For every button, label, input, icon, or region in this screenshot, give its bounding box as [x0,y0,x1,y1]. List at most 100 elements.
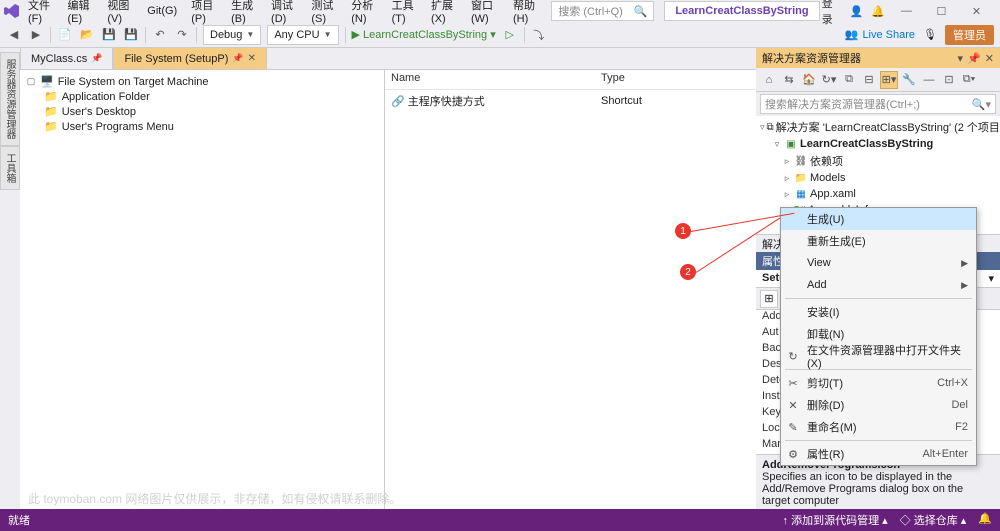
folder-icon: 📁 [44,105,58,118]
menu-tools[interactable]: 工具(T) [386,0,423,27]
start-nodebug-icon[interactable]: ▷ [502,27,518,43]
solution-search-input[interactable]: 搜索解决方案资源管理器(Ctrl+;)🔍▾ [760,94,996,114]
tree-node[interactable]: ▹⛓依赖项 [756,152,1000,170]
sync-icon[interactable]: 🏠 [800,71,818,89]
tree-node[interactable]: ▹📁Models [756,170,1000,186]
menu-debug[interactable]: 调试(D) [265,0,303,27]
list-item[interactable]: 🔗 主程序快捷方式 Shortcut [385,92,756,110]
undo-icon[interactable]: ↶ [152,27,168,43]
filter-icon[interactable]: ⊡ [940,71,958,89]
menu-window[interactable]: 窗口(W) [465,0,505,27]
menu-item-icon: ✕ [785,399,801,412]
server-explorer-tab[interactable]: 服务器资源管理器 [0,52,20,146]
context-menu-item[interactable]: 生成(U) [781,208,976,230]
startup-project-selector[interactable]: LearnCreatClassByString [664,1,819,21]
pin-icon[interactable]: 📌 [232,53,243,64]
start-debug-button[interactable]: ▶ LearnCreatClassByString ▾ [352,28,496,41]
collapse-icon[interactable]: ⇆ [780,71,798,89]
minimize-button[interactable]: — [893,5,920,17]
maximize-button[interactable]: ☐ [928,5,955,18]
context-menu-item[interactable]: Add▶ [781,274,976,296]
solution-toolbar: ⌂ ⇆ 🏠 ↻▾ ⧉ ⊟ ⊞▾ 🔧 — ⊡ ⧉▾ [756,68,1000,92]
home-icon[interactable]: ⌂ [760,71,778,89]
save-icon[interactable]: 💾 [101,27,117,43]
close-button[interactable]: ✕ [963,5,990,18]
properties-icon[interactable]: — [920,71,938,89]
tree-node[interactable]: 📁Application Folder [26,89,378,104]
step-icon[interactable]: ⤵ [531,27,547,43]
menu-view[interactable]: 视图(V) [101,0,139,27]
left-dock-tabs: 服务器资源管理器 工具箱 [0,48,20,511]
account-icon[interactable]: 👤 [849,5,863,18]
col-type[interactable]: Type [595,70,631,89]
menu-edit[interactable]: 编辑(E) [61,0,99,27]
context-menu-item[interactable]: ✕删除(D)Del [781,394,976,416]
folder-icon: 📁 [44,120,58,133]
pin-icon[interactable]: 📌 [967,52,981,65]
context-menu-item[interactable]: ⚙属性(R)Alt+Enter [781,443,976,465]
context-menu-item[interactable]: View▶ [781,252,976,274]
new-project-icon[interactable]: 📄 [57,27,73,43]
save-all-icon[interactable]: 💾 [123,27,139,43]
menu-bar: 文件(F) 编辑(E) 视图(V) Git(G) 项目(P) 生成(B) 调试(… [0,0,1000,22]
live-share-button[interactable]: 👥 Live Share [845,28,915,41]
folder-icon: 📁 [44,90,58,103]
tab-myclass[interactable]: MyClass.cs📌 [20,47,113,69]
config-dropdown[interactable]: Debug▼ [203,25,261,45]
tree-node[interactable]: 📁User's Desktop [26,104,378,119]
menu-help[interactable]: 帮助(H) [507,0,545,27]
menu-git[interactable]: Git(G) [141,3,183,19]
preview-icon[interactable]: ⧉▾ [960,71,978,89]
open-icon[interactable]: 📂 [79,27,95,43]
show-all-icon[interactable]: ⧉ [840,71,858,89]
xaml-icon: ▦ [794,187,808,201]
categorized-icon[interactable]: ⊞ [760,290,778,308]
panel-close-icon[interactable]: ✕ [985,52,994,65]
panel-menu-icon[interactable]: ▾ [958,52,964,65]
refresh-icon[interactable]: ↻▾ [820,71,838,89]
submenu-arrow-icon: ▶ [961,280,968,291]
pending-icon[interactable]: ⊟ [860,71,878,89]
context-menu-item[interactable]: ✎重命名(M)F2 [781,416,976,438]
nav-back-icon[interactable]: ◀ [6,27,22,43]
menu-test[interactable]: 测试(S) [305,0,343,27]
menu-project[interactable]: 项目(P) [185,0,223,27]
platform-dropdown[interactable]: Any CPU▼ [267,25,338,45]
pin-icon[interactable]: 📌 [91,53,102,64]
nav-fwd-icon[interactable]: ▶ [28,27,44,43]
wrench-icon[interactable]: 🔧 [900,71,918,89]
tree-node[interactable]: ▹▦App.xaml [756,186,1000,202]
annotation-marker-1: 1 [675,223,691,239]
menu-build[interactable]: 生成(B) [225,0,263,27]
tree-root[interactable]: ▢🖥️File System on Target Machine [26,74,378,89]
feedback-icon[interactable]: 🎙 [923,28,937,41]
search-input[interactable]: 搜索 (Ctrl+Q)🔍 [551,1,654,21]
redo-icon[interactable]: ↷ [174,27,190,43]
context-menu-item[interactable]: 安装(I) [781,301,976,323]
watermark-text: 此 toymoban.com 网络图片仅供展示，非存储，如有侵权请联系删除。 [28,490,401,507]
menu-file[interactable]: 文件(F) [22,0,59,27]
menu-item-icon: ✂ [785,377,801,390]
project-icon: ▣ [784,137,798,151]
menu-analyze[interactable]: 分析(N) [345,0,383,27]
tree-node[interactable]: 📁User's Programs Menu [26,119,378,134]
context-menu-item[interactable]: ↻在文件资源管理器中打开文件夹(X) [781,345,976,367]
context-menu-item[interactable]: 重新生成(E) [781,230,976,252]
sign-in-link[interactable]: 登录 [822,0,842,27]
toolbox-tab[interactable]: 工具箱 [0,146,20,190]
status-source-control[interactable]: ↑ 添加到源代码管理 ▴ [783,512,888,528]
view-icon[interactable]: ⊞▾ [880,71,898,89]
menu-extensions[interactable]: 扩展(X) [425,0,463,27]
folder-icon: 📁 [794,171,808,185]
solution-root[interactable]: ▿⧉解决方案 'LearnCreatClassByString' (2 个项目，… [756,118,1000,136]
tab-filesystem-active[interactable]: File System (SetupP)📌✕ [113,47,267,69]
status-notifications-icon[interactable]: 🔔 [978,512,992,528]
tab-close-icon[interactable]: ✕ [248,53,256,64]
col-name[interactable]: Name [385,70,595,89]
status-repo[interactable]: ◇ 选择仓库 ▴ [900,512,967,528]
project-node[interactable]: ▿▣LearnCreatClassByString [756,136,1000,152]
status-ready: 就绪 [8,512,30,528]
notifications-icon[interactable]: 🔔 [871,5,885,18]
vs-logo-icon [4,2,20,20]
context-menu-item[interactable]: ✂剪切(T)Ctrl+X [781,372,976,394]
